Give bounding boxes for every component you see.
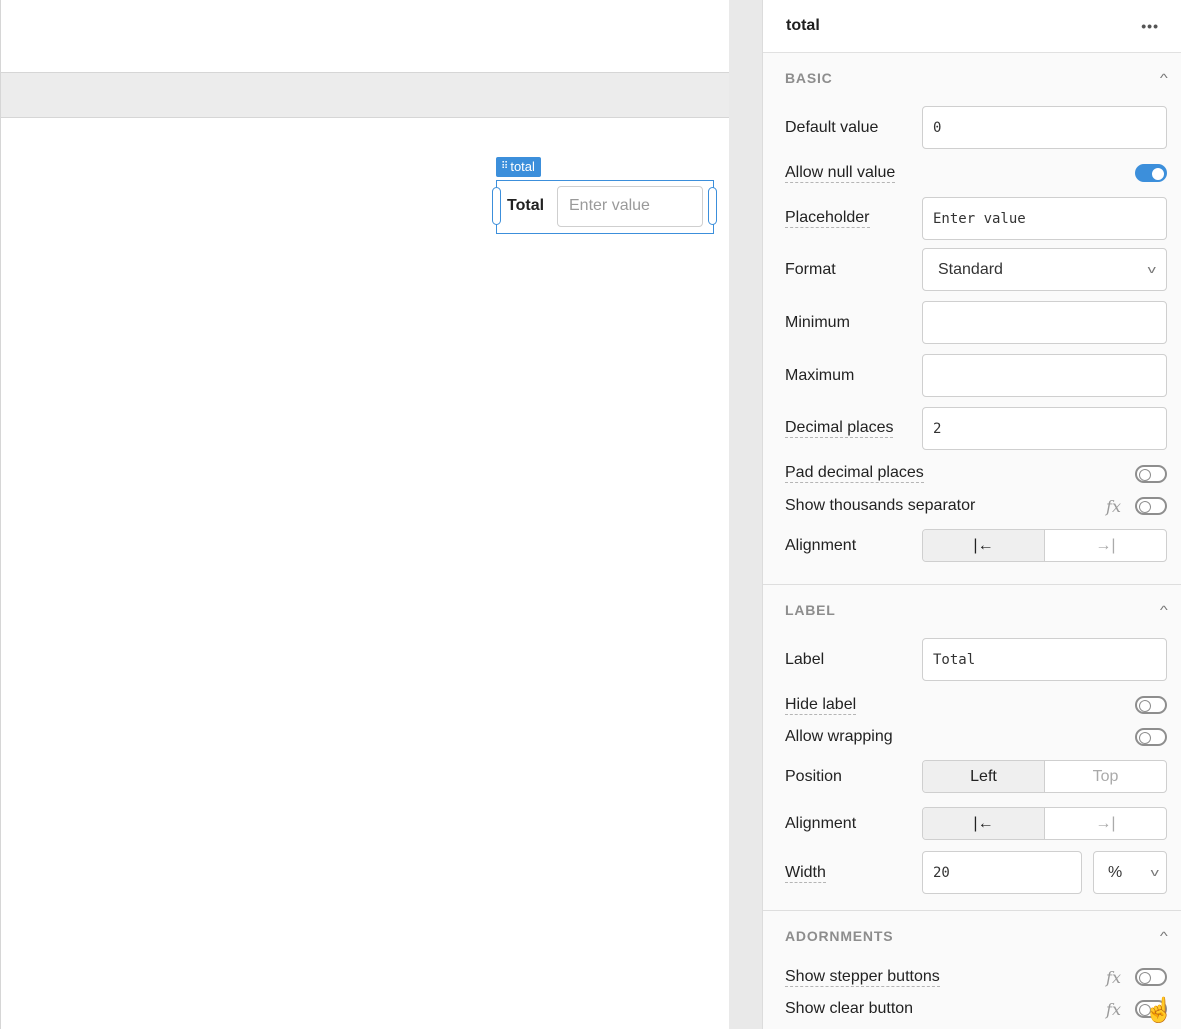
component-label: Total — [507, 197, 545, 214]
allow-null-toggle[interactable] — [1135, 164, 1167, 182]
section-adornments: ADORNMENTS ^ Show stepper buttons fx Sho… — [763, 911, 1181, 1025]
row-alignment: Alignment |← →| — [785, 520, 1167, 572]
section-title: LABEL — [785, 602, 836, 618]
alignment-segmented: |← →| — [922, 529, 1167, 562]
component-tag-label: total — [510, 159, 535, 174]
chevron-up-icon[interactable]: ^ — [1160, 603, 1168, 617]
row-allow-null: Allow null value — [785, 153, 1167, 193]
chevron-down-icon: v — [1150, 866, 1159, 879]
width-input[interactable]: 20 — [922, 851, 1082, 894]
resize-handle-left[interactable] — [492, 187, 501, 225]
fx-icon[interactable]: fx — [1106, 497, 1121, 516]
clear-button-label: Show clear button — [785, 1000, 914, 1017]
row-stepper: Show stepper buttons fx — [785, 961, 1167, 993]
chevron-up-icon[interactable]: ^ — [1160, 929, 1168, 943]
placeholder-input[interactable]: Enter value — [922, 197, 1167, 240]
align-left-icon[interactable]: |← — [923, 808, 1045, 839]
format-select-value: Standard — [938, 260, 1003, 278]
section-adornments-header[interactable]: ADORNMENTS ^ — [785, 911, 1168, 961]
alignment-label: Alignment — [785, 537, 857, 554]
format-label: Format — [785, 260, 836, 278]
allow-null-label: Allow null value — [785, 163, 896, 183]
label-text-label: Label — [785, 651, 825, 668]
stepper-toggle[interactable] — [1135, 968, 1167, 986]
maximum-input[interactable] — [922, 354, 1167, 397]
position-left-option[interactable]: Left — [923, 761, 1045, 792]
row-format: Format Standard v — [785, 243, 1167, 296]
section-title: BASIC — [785, 70, 833, 86]
allow-wrapping-label: Allow wrapping — [785, 728, 893, 745]
inspector-title[interactable]: total — [786, 17, 820, 35]
format-select[interactable]: Standard v — [922, 248, 1167, 291]
decimal-places-input[interactable]: 2 — [922, 407, 1167, 450]
align-left-icon[interactable]: |← — [923, 530, 1045, 561]
stepper-controls: fx — [1106, 968, 1167, 987]
chevron-down-icon: v — [1147, 263, 1156, 276]
component-number-input[interactable]: Enter value — [557, 186, 703, 227]
hide-label-label: Hide label — [785, 695, 857, 715]
section-basic-header[interactable]: BASIC ^ — [785, 53, 1168, 103]
row-label-text: Label Total — [785, 635, 1167, 685]
minimum-input[interactable] — [922, 301, 1167, 344]
row-hide-label: Hide label — [785, 685, 1167, 725]
canvas-main-area — [0, 117, 729, 1029]
section-title: ADORNMENTS — [785, 928, 894, 944]
position-label: Position — [785, 767, 842, 785]
align-right-icon[interactable]: →| — [1045, 530, 1166, 561]
width-unit-value: % — [1108, 863, 1123, 881]
inspector-panel: total ••• BASIC ^ Default value 0 Allow … — [762, 0, 1181, 1029]
row-width: Width 20 % v — [785, 844, 1167, 902]
section-label: LABEL ^ Label Total Hide label Allow wra… — [763, 585, 1181, 911]
position-segmented: Left Top — [922, 760, 1167, 793]
decimal-places-label: Decimal places — [785, 419, 894, 438]
label-alignment-segmented: |← →| — [922, 807, 1167, 840]
width-label: Width — [785, 863, 826, 883]
chevron-up-icon[interactable]: ^ — [1160, 71, 1168, 85]
thousands-toggle[interactable] — [1135, 497, 1167, 515]
maximum-label: Maximum — [785, 366, 855, 384]
thousands-label: Show thousands separator — [785, 497, 976, 514]
thousands-controls: fx — [1106, 497, 1167, 516]
pad-decimal-label: Pad decimal places — [785, 464, 924, 483]
label-alignment-label: Alignment — [785, 815, 857, 832]
more-dots-icon[interactable]: ••• — [1141, 18, 1159, 34]
row-default-value: Default value 0 — [785, 103, 1167, 153]
row-allow-wrapping: Allow wrapping — [785, 725, 1167, 749]
hand-cursor-icon: ☝ — [1144, 997, 1174, 1024]
row-minimum: Minimum — [785, 296, 1167, 349]
row-maximum: Maximum — [785, 349, 1167, 402]
canvas-divider-band — [0, 73, 729, 118]
row-thousands: Show thousands separator fx — [785, 492, 1167, 520]
section-basic: BASIC ^ Default value 0 Allow null value… — [763, 53, 1181, 585]
canvas-top-area — [0, 0, 729, 73]
placeholder-label: Placeholder — [785, 208, 870, 228]
label-text-input[interactable]: Total — [922, 638, 1167, 681]
default-value-label: Default value — [785, 119, 879, 136]
component-tag[interactable]: ⠿ total — [496, 157, 541, 177]
align-right-icon[interactable]: →| — [1045, 808, 1166, 839]
fx-icon[interactable]: fx — [1106, 968, 1121, 987]
row-clear-button: Show clear button fx — [785, 993, 1167, 1025]
pad-decimal-toggle[interactable] — [1135, 464, 1167, 483]
hide-label-toggle[interactable] — [1135, 696, 1167, 714]
drag-grip-icon[interactable]: ⠿ — [501, 157, 508, 177]
row-placeholder: Placeholder Enter value — [785, 193, 1167, 243]
resize-handle-right[interactable] — [708, 187, 717, 225]
position-top-option[interactable]: Top — [1045, 761, 1166, 792]
row-label-alignment: Alignment |← →| — [785, 804, 1167, 844]
stepper-label: Show stepper buttons — [785, 967, 940, 987]
inspector-header: total ••• — [763, 0, 1181, 53]
row-position: Position Left Top — [785, 749, 1167, 804]
row-pad-decimal: Pad decimal places — [785, 455, 1167, 492]
row-decimal-places: Decimal places 2 — [785, 402, 1167, 455]
minimum-label: Minimum — [785, 313, 850, 331]
section-label-header[interactable]: LABEL ^ — [785, 585, 1168, 635]
fx-icon[interactable]: fx — [1106, 1000, 1121, 1019]
width-unit-select[interactable]: % v — [1093, 851, 1167, 894]
default-value-input[interactable]: 0 — [922, 106, 1167, 149]
allow-wrapping-toggle[interactable] — [1135, 728, 1167, 746]
